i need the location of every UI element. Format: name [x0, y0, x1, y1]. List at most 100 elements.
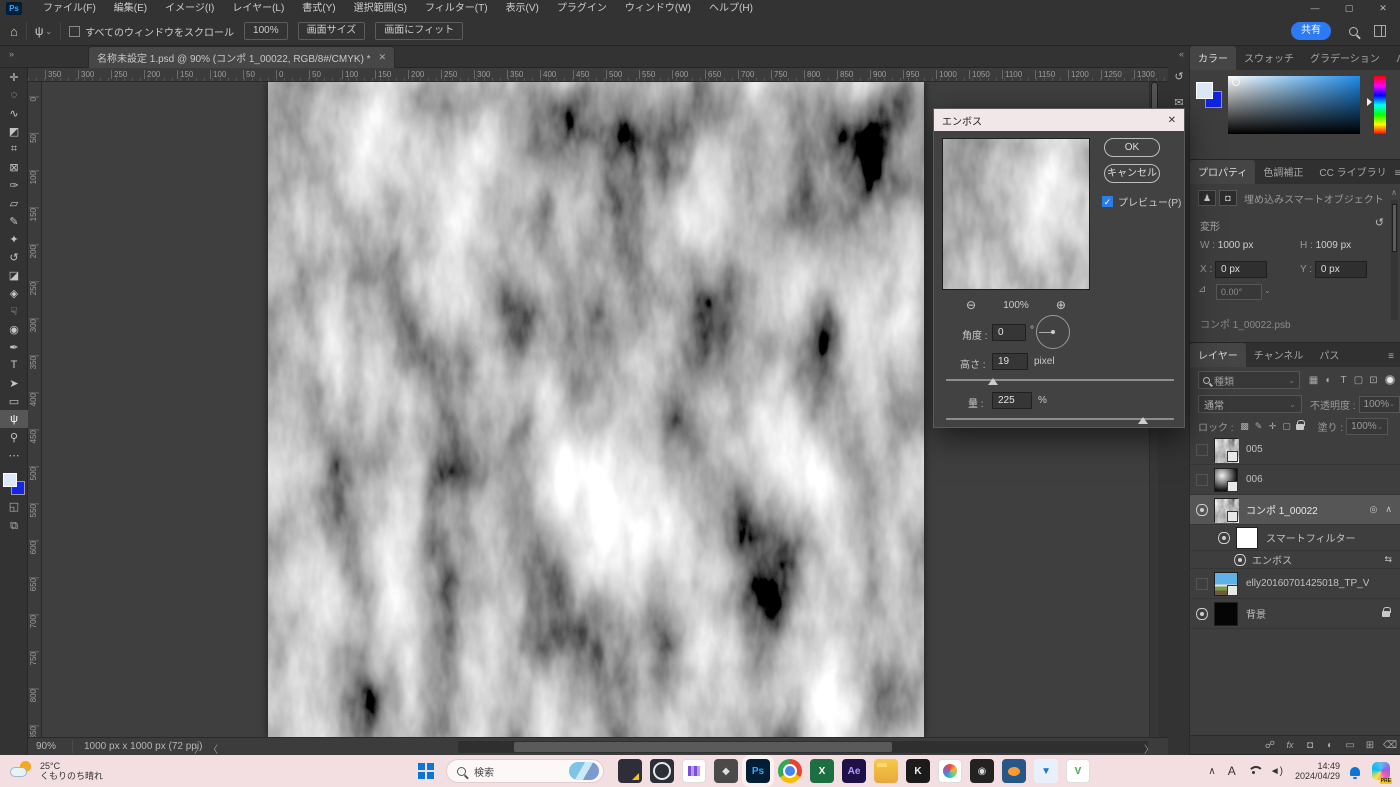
- filter-blend-options-icon[interactable]: ⇆: [1384, 554, 1392, 565]
- brush-tool[interactable]: ✎: [0, 212, 28, 230]
- visibility-toggle-empty[interactable]: [1196, 444, 1208, 456]
- adjustment-layer-filter-icon[interactable]: ◐: [1321, 375, 1336, 386]
- eyedropper-tool[interactable]: ✑: [0, 176, 28, 194]
- layer-effects-icon[interactable]: fx: [1280, 740, 1300, 750]
- foreground-color-swatch[interactable]: [1196, 82, 1213, 99]
- pen-tool[interactable]: ✒: [0, 338, 28, 356]
- crop-tool[interactable]: ⌗: [0, 140, 28, 158]
- menu-item-2[interactable]: イメージ(I): [156, 0, 223, 17]
- visibility-eye-icon[interactable]: [1234, 554, 1246, 566]
- chrome-browser[interactable]: [778, 759, 802, 783]
- collapse-filters-icon[interactable]: ∧: [1385, 504, 1392, 515]
- layer-row[interactable]: コンポ 1_00022◎∧: [1190, 495, 1400, 525]
- tab-paths[interactable]: パス: [1311, 343, 1347, 367]
- document-tab[interactable]: 名称未設定 1.psd @ 90% (コンポ 1_00022, RGB/8#/C…: [88, 46, 395, 68]
- type-layer-filter-icon[interactable]: T: [1336, 375, 1351, 386]
- double-chevron-left-icon[interactable]: «: [1179, 49, 1184, 59]
- share-button[interactable]: 共有: [1291, 22, 1331, 40]
- filter-preview[interactable]: [942, 138, 1090, 290]
- scroll-right-arrow-icon[interactable]: 〉: [1144, 741, 1154, 756]
- layer-name[interactable]: 背景: [1246, 606, 1266, 621]
- wifi-icon[interactable]: [1248, 766, 1260, 776]
- type-tool[interactable]: T: [0, 356, 28, 374]
- lock-artboard-icon[interactable]: ▢: [1280, 421, 1294, 432]
- tab-adjustments[interactable]: 色調補正: [1255, 160, 1311, 184]
- fill-input[interactable]: 100% ⌄: [1346, 418, 1388, 435]
- flask-app[interactable]: ▼: [1034, 759, 1058, 783]
- layer-filter-toggle[interactable]: [1385, 375, 1395, 385]
- object-selection-tool[interactable]: ◩: [0, 122, 28, 140]
- angle-input[interactable]: 0: [992, 324, 1026, 341]
- layer-thumbnail[interactable]: [1214, 498, 1238, 522]
- history-brush-tool[interactable]: ↺: [0, 248, 28, 266]
- zoom-in-icon[interactable]: ⊕: [1056, 298, 1066, 312]
- notification-bell-icon[interactable]: [1350, 767, 1360, 776]
- amount-input[interactable]: 225: [992, 392, 1032, 409]
- menu-item-9[interactable]: ウィンドウ(W): [616, 0, 700, 17]
- lock-all-icon[interactable]: [1296, 424, 1304, 430]
- menu-item-7[interactable]: 表示(V): [497, 0, 548, 17]
- zoom-tool[interactable]: ⚲: [0, 428, 28, 446]
- quick-mask-icon[interactable]: ◱: [0, 496, 28, 516]
- height-input[interactable]: 19: [992, 353, 1028, 370]
- tab-swatches[interactable]: スウォッチ: [1236, 46, 1302, 70]
- pixel-layer-filter-icon[interactable]: ▦: [1306, 375, 1321, 386]
- scroll-up-icon[interactable]: ∧: [1391, 188, 1397, 197]
- menu-item-4[interactable]: 書式(Y): [293, 0, 344, 17]
- shape-tool[interactable]: ▭: [0, 392, 28, 410]
- hue-slider[interactable]: [1374, 76, 1386, 134]
- visibility-eye-icon[interactable]: [1196, 608, 1208, 620]
- amount-slider-thumb[interactable]: [1138, 417, 1148, 424]
- gradient-tool[interactable]: ◈: [0, 284, 28, 302]
- photos-app[interactable]: [938, 759, 962, 783]
- copilot-icon[interactable]: [1372, 762, 1390, 780]
- status-zoom-level[interactable]: 90%: [36, 741, 56, 752]
- unity-app[interactable]: ◆: [714, 759, 738, 783]
- zoom-out-icon[interactable]: ⊖: [966, 298, 976, 312]
- height-slider-thumb[interactable]: [988, 378, 998, 385]
- smart-filter-badge-icon[interactable]: ◎: [1370, 504, 1378, 515]
- dodge-burn-tool[interactable]: ◉: [0, 320, 28, 338]
- panel-menu-icon[interactable]: ≡: [1388, 351, 1394, 362]
- double-chevron-right-icon[interactable]: »: [9, 49, 14, 59]
- layer-thumbnail[interactable]: [1214, 438, 1238, 462]
- layer-thumbnail[interactable]: [1236, 527, 1258, 549]
- scroll-all-windows-checkbox[interactable]: [69, 26, 80, 37]
- saturation-brightness-field[interactable]: [1228, 76, 1360, 134]
- tab-patterns[interactable]: パターン: [1388, 46, 1400, 70]
- kindle-app[interactable]: K: [906, 759, 930, 783]
- speaker-icon[interactable]: ◄): [1270, 766, 1283, 777]
- workspace-switcher-icon[interactable]: [1374, 25, 1386, 37]
- hue-slider-thumb[interactable]: [1367, 98, 1372, 106]
- start-button[interactable]: [418, 763, 434, 779]
- layer-thumbnail[interactable]: [1214, 468, 1238, 492]
- preview-checkbox[interactable]: ✓: [1102, 196, 1113, 207]
- menu-item-10[interactable]: ヘルプ(H): [700, 0, 762, 17]
- search-icon[interactable]: [1349, 27, 1358, 36]
- taskbar-search[interactable]: 検索: [446, 759, 604, 783]
- color-swatches[interactable]: [2, 472, 26, 496]
- ime-indicator[interactable]: A: [1228, 764, 1236, 778]
- edit-toolbar-icon[interactable]: ⋯: [0, 446, 28, 464]
- menu-item-6[interactable]: フィルター(T): [416, 0, 497, 17]
- shape-layer-filter-icon[interactable]: ▢: [1351, 375, 1366, 386]
- tray-expand-icon[interactable]: ∧: [1208, 766, 1215, 777]
- layer-mask-icon[interactable]: ◘: [1300, 740, 1320, 751]
- after-effects-app[interactable]: Ae: [842, 759, 866, 783]
- lock-transparency-icon[interactable]: ▩: [1238, 421, 1252, 432]
- task-manager-app[interactable]: [682, 759, 706, 783]
- link-layers-icon[interactable]: ☍: [1260, 740, 1280, 751]
- visibility-toggle-empty[interactable]: [1196, 474, 1208, 486]
- x-input[interactable]: 0 px: [1215, 261, 1267, 278]
- layer-name[interactable]: スマートフィルター: [1266, 530, 1356, 545]
- file-explorer[interactable]: [874, 759, 898, 783]
- new-adjustment-icon[interactable]: ◐: [1320, 740, 1340, 751]
- angle-dial[interactable]: [1036, 315, 1070, 349]
- new-layer-icon[interactable]: ⊞: [1360, 740, 1380, 751]
- rotation-angle-input[interactable]: 0.00°: [1216, 284, 1262, 300]
- tab-properties[interactable]: プロパティ: [1190, 160, 1255, 184]
- screen-size-button[interactable]: 画面サイズ: [298, 22, 366, 40]
- layer-row[interactable]: エンボス⇆: [1190, 551, 1400, 569]
- blend-mode-select[interactable]: 通常 ⌄: [1198, 395, 1302, 413]
- excel-app[interactable]: X: [810, 759, 834, 783]
